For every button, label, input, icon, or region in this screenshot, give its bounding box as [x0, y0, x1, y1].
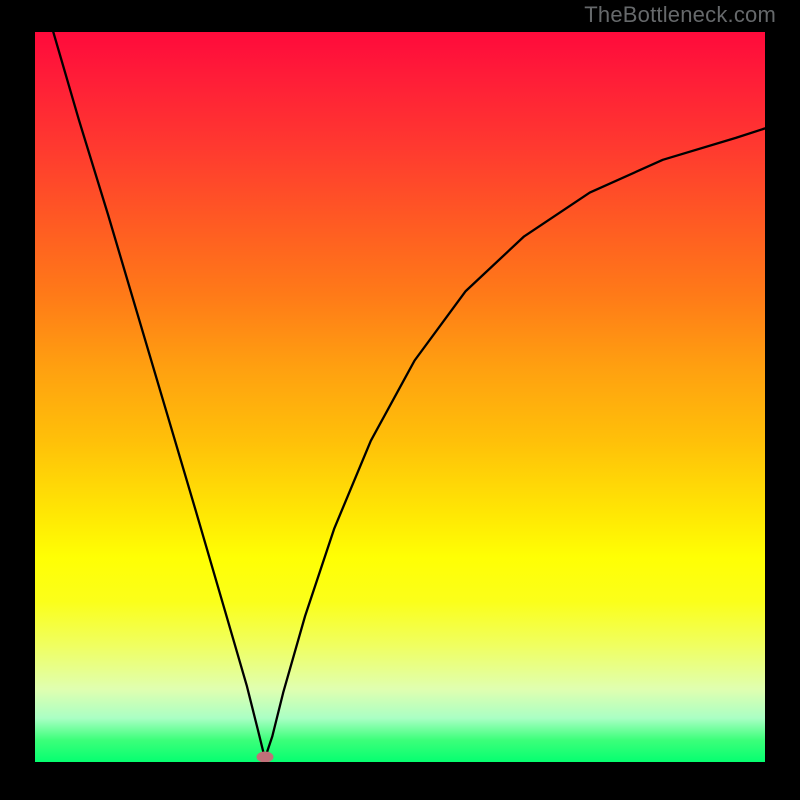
plot-area — [35, 32, 765, 762]
chart-frame: TheBottleneck.com — [0, 0, 800, 800]
watermark-text: TheBottleneck.com — [584, 2, 776, 28]
curve-path — [53, 32, 765, 758]
curve-svg — [35, 32, 765, 762]
minimum-marker — [256, 751, 273, 762]
